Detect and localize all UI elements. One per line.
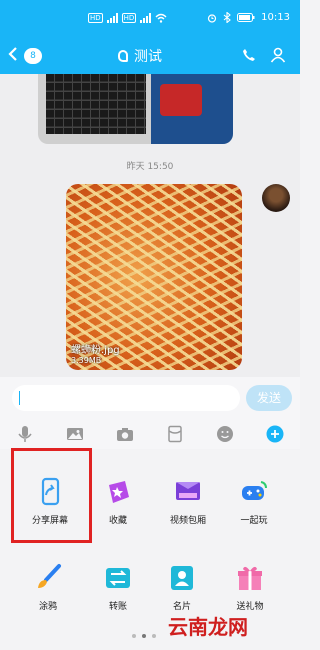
play-together-button[interactable]: 一起玩 <box>222 477 286 526</box>
page-dot <box>152 634 156 638</box>
signal-indicators: HD HD <box>88 13 167 23</box>
send-button[interactable]: 发送 <box>246 385 292 411</box>
grid-label-doodle: 涂鸦 <box>38 602 57 612</box>
signal-icon <box>106 13 118 23</box>
message-input[interactable] <box>12 385 240 411</box>
keyboard-photo-message[interactable] <box>38 74 233 144</box>
favorites-button[interactable]: 收藏 <box>86 477 150 526</box>
highlight-box <box>11 448 92 543</box>
transfer-button[interactable]: 转账 <box>86 563 150 612</box>
message-timestamp: 昨天 15:50 <box>126 162 174 172</box>
mousepad-image <box>160 84 202 116</box>
ear-icon <box>118 50 128 62</box>
page-dot-active <box>142 634 146 638</box>
gift-icon <box>235 563 265 593</box>
battery-icon <box>237 13 255 22</box>
send-gift-button[interactable]: 送礼物 <box>218 563 282 612</box>
input-toolbar <box>0 419 300 449</box>
back-button[interactable] <box>8 46 18 66</box>
video-room-button[interactable]: 视频包厢 <box>156 477 220 526</box>
input-bar: 发送 <box>0 377 300 419</box>
image-caption: 螺蛳粉.jpg 3.39MB <box>71 341 120 365</box>
page-indicator <box>132 634 156 638</box>
page-title: 测试 <box>118 46 162 66</box>
chevron-left-icon <box>8 47 17 61</box>
food-photo-message[interactable]: 螺蛳粉.jpg 3.39MB <box>66 184 242 370</box>
hd-icon: HD <box>121 13 137 23</box>
phone-icon[interactable] <box>242 48 256 62</box>
unread-badge[interactable]: 8 <box>24 48 42 64</box>
alarm-icon <box>208 13 217 23</box>
file-name: 螺蛳粉.jpg <box>71 345 120 356</box>
paintbrush-icon <box>33 563 63 593</box>
profile-icon[interactable] <box>270 47 286 63</box>
favorite-icon <box>103 477 133 507</box>
microphone-icon[interactable] <box>16 425 34 443</box>
chat-messages[interactable]: 昨天 15:50 螺蛳粉.jpg 3.39MB <box>0 74 300 377</box>
camera-icon[interactable] <box>116 425 134 443</box>
hd-icon: HD <box>88 13 103 23</box>
page-dot <box>132 634 136 638</box>
plus-icon[interactable] <box>266 425 284 443</box>
red-packet-icon[interactable] <box>166 425 184 443</box>
contact-card-icon <box>167 563 197 593</box>
file-size: 3.39MB <box>71 356 102 365</box>
status-bar: HD HD 10:13 <box>0 0 300 38</box>
signal-icon <box>140 13 152 23</box>
grid-label-favorites: 收藏 <box>108 516 127 526</box>
grid-label-play-together: 一起玩 <box>240 516 268 526</box>
video-room-icon <box>173 477 203 507</box>
chat-title: 测试 <box>134 49 162 65</box>
contact-card-button[interactable]: 名片 <box>150 563 214 612</box>
wifi-icon <box>155 13 167 23</box>
transfer-icon <box>103 563 133 593</box>
avatar[interactable] <box>262 184 290 212</box>
grid-label-transfer: 转账 <box>108 602 127 612</box>
game-controller-icon <box>239 477 269 507</box>
watermark: 云南龙网 <box>168 615 248 639</box>
emoji-icon[interactable] <box>216 425 234 443</box>
status-time: 10:13 <box>261 12 290 23</box>
chat-header: 8 测试 <box>0 38 300 74</box>
grid-label-video-room: 视频包厢 <box>169 516 206 526</box>
doodle-button[interactable]: 涂鸦 <box>16 563 80 612</box>
bluetooth-icon <box>223 12 232 23</box>
keyboard-image <box>46 74 146 134</box>
image-icon[interactable] <box>66 425 84 443</box>
text-cursor <box>19 391 20 405</box>
